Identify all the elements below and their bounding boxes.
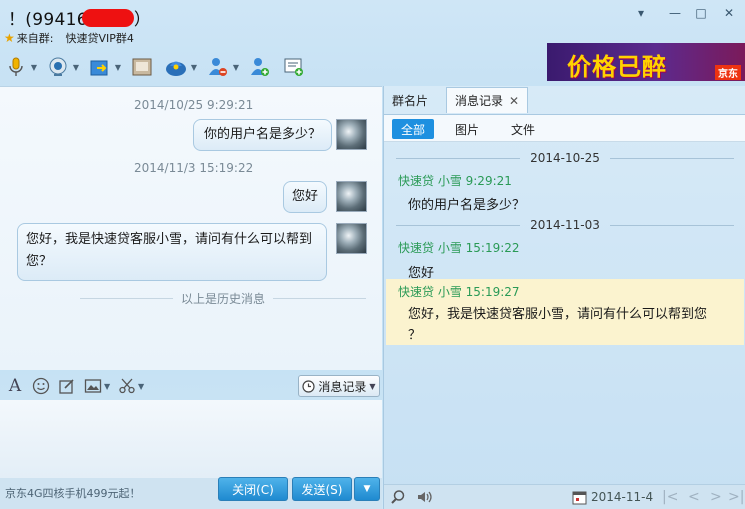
transfer-file-icon[interactable] [88,55,112,79]
group-source: ★ 来自群: 快速贷VIP群4 [4,30,134,46]
history-bottom-bar: 2014-11-4 |< < > >| [384,484,745,509]
chevron-down-icon[interactable]: ▼ [28,63,40,72]
chat-bubble-text: 您好，我是快速贷客服小雪，请问有什么可以帮到 [26,232,313,247]
tab-message-history-label: 消息记录 [455,94,504,108]
date-separator: 2014-10-25 [396,151,734,165]
message-history-label: 消息记录 [318,379,367,394]
minimize-button[interactable]: — [665,4,685,22]
history-sender: 快速贷 小雪 9:29:21 [398,174,512,188]
chevron-down-icon[interactable]: ▼ [230,63,242,72]
chevron-down-icon[interactable]: ▼ [104,382,112,391]
history-panel: 群名片 消息记录 ✕ 全部 图片 文件 2014-10-25 快速贷 小雪 9:… [383,86,745,509]
search-icon[interactable] [390,488,406,506]
chat-bubble[interactable]: 您好，我是快速贷客服小雪，请问有什么可以帮到 您？ [17,223,327,281]
filter-files[interactable]: 文件 [502,119,544,139]
scissors-icon[interactable] [116,375,138,397]
promo-link[interactable]: 京东4G四核手机499元起！ [5,485,141,501]
history-sender: 快速贷 小雪 15:19:27 [398,285,520,299]
chat-bubble[interactable]: 您好 [283,181,328,213]
history-divider-text: 以上是历史消息 [181,291,266,306]
block-user-icon[interactable] [206,55,230,79]
message-note-icon[interactable] [282,55,306,79]
title-suffix: ） [133,10,152,30]
ad-text: 价格已醉 [567,53,667,81]
message-timestamp: 2014/10/25 9:29:21 [134,98,254,112]
send-options-dropdown[interactable]: ▼ [354,477,380,501]
chat-bubble[interactable]: 你的用户名是多少？ [193,119,333,151]
chat-history-pane: 2014/10/25 9:29:21 你的用户名是多少？ 2014/11/3 1… [0,86,382,370]
advertisement-banner[interactable]: 价格已醉 京东 [547,43,745,81]
first-page-icon[interactable]: |< [662,488,678,506]
message-input[interactable] [0,400,382,478]
edit-icon[interactable] [56,375,78,397]
window-title: ！(99416 ） [8,5,151,30]
send-button[interactable]: 发送(S) [292,477,352,501]
chevron-down-icon[interactable]: ▼ [138,382,146,391]
date-separator-text: 2014-10-25 [530,151,600,165]
tab-group-card[interactable]: 群名片 [392,87,428,113]
avatar[interactable] [336,119,367,150]
maximize-button[interactable]: □ [691,4,711,22]
history-message: 您好，我是快速贷客服小雪，请问有什么可以帮到您 ？ [408,304,738,346]
chevron-down-icon: ▼ [369,381,376,391]
app-launcher-icon[interactable] [164,55,188,79]
message-timestamp: 2014/11/3 15:19:22 [134,161,254,175]
redacted-mark [81,9,134,27]
history-message: 你的用户名是多少？ [408,198,526,213]
avatar[interactable] [336,181,367,212]
add-user-icon[interactable] [248,55,272,79]
title-text: ！(99416 [8,10,88,30]
date-separator: 2014-11-03 [396,218,734,232]
chat-bubble-text: 您好 [292,189,319,204]
webcam-icon[interactable] [46,55,70,79]
emoji-icon[interactable] [30,375,52,397]
history-sender: 快速贷 小雪 15:19:22 [398,241,520,255]
history-divider: 以上是历史消息 [80,291,367,306]
chat-bubble-text: 你的用户名是多少？ [204,127,322,142]
close-button[interactable]: 关闭(C) [218,477,288,501]
tab-message-history[interactable]: 消息记录 ✕ [446,87,529,113]
current-date: 2014-11-4 [591,490,654,504]
last-page-icon[interactable]: >| [728,488,744,506]
clock-icon [302,379,316,393]
avatar[interactable] [336,223,367,254]
chevron-down-icon[interactable]: ▼ [70,63,82,72]
from-group-label: 来自群: [16,32,54,45]
close-icon[interactable]: ✕ [509,94,519,108]
history-filter-bar: 全部 图片 文件 [384,114,745,142]
ad-brand: 京东 [715,65,741,80]
group-name: 快速贷VIP群4 [65,32,134,45]
close-window-button[interactable]: ✕ [719,4,739,22]
speaker-icon[interactable] [416,488,434,506]
microphone-icon[interactable] [4,55,28,79]
filter-images[interactable]: 图片 [446,119,488,139]
chevron-down-icon[interactable]: ▼ [112,63,124,72]
filter-all[interactable]: 全部 [392,119,435,139]
chat-bubble-text: 您？ [26,254,53,269]
calendar-icon [572,491,587,504]
menu-dropdown-icon[interactable]: ▾ [631,4,651,22]
next-page-icon[interactable]: > [710,488,722,506]
previous-page-icon[interactable]: < [688,488,700,506]
star-icon: ★ [4,31,15,45]
font-icon[interactable]: A [4,375,26,397]
message-history-button[interactable]: 消息记录 ▼ [298,375,380,397]
image-icon[interactable] [82,375,104,397]
history-message-line: ？ [408,328,422,343]
remote-desktop-icon[interactable] [130,55,154,79]
calendar-date[interactable]: 2014-11-4 [572,488,653,506]
chevron-down-icon[interactable]: ▼ [188,63,200,72]
date-separator-text: 2014-11-03 [530,218,600,232]
history-message-line: 您好，我是快速贷客服小雪，请问有什么可以帮到您 [408,307,708,322]
main-toolbar: ▼ ▼ ▼ ▼ ▼ [0,52,306,82]
